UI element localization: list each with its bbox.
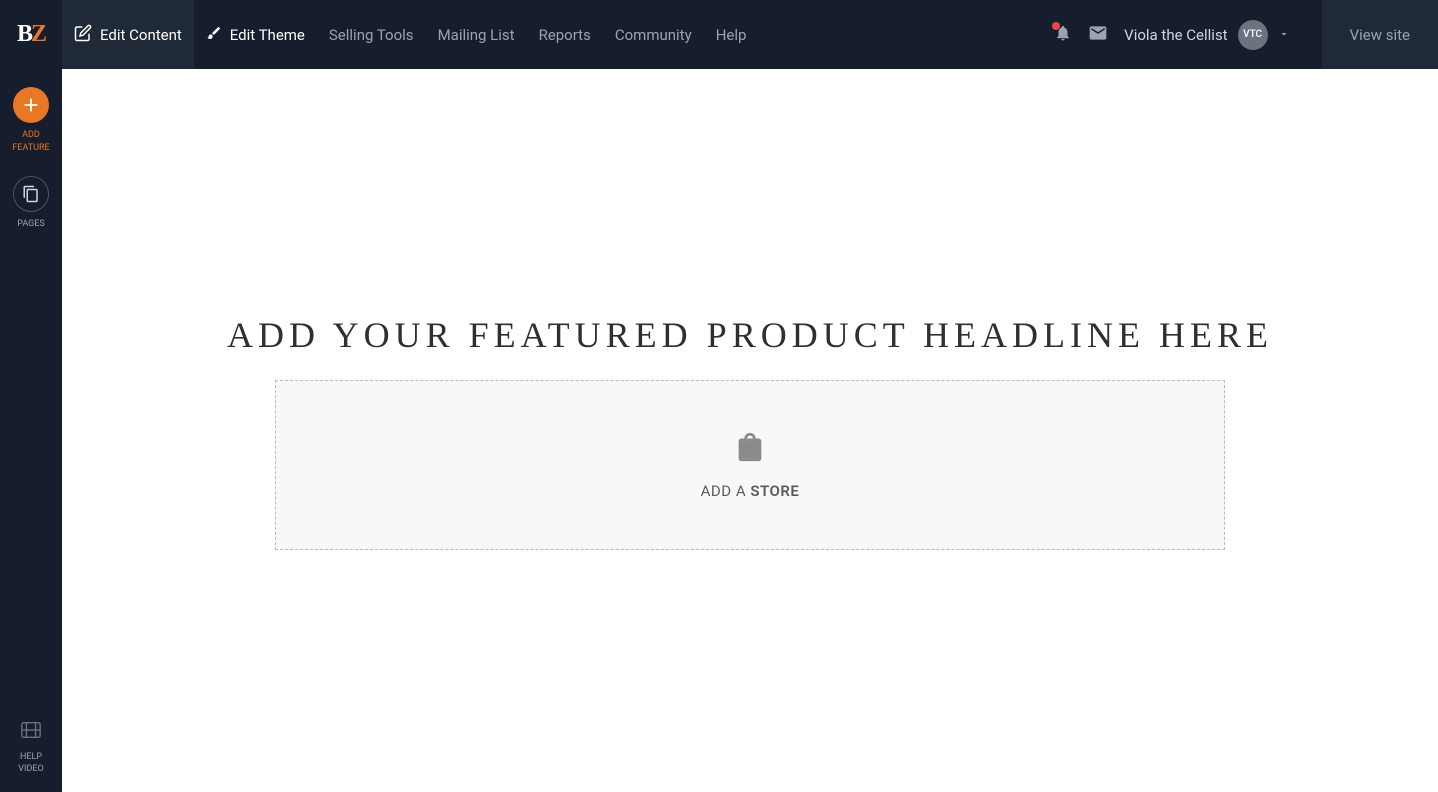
- left-sidebar: ADD FEATURE PAGES HELP VIDEO: [0, 69, 62, 792]
- nav-edit-content[interactable]: Edit Content: [62, 0, 194, 69]
- nav-item-label: Community: [615, 26, 692, 44]
- top-nav: BZ Edit Content Edit Theme Selling Tools: [0, 0, 1438, 69]
- add-feature-button[interactable]: ADD FEATURE: [12, 87, 49, 154]
- nav-items: Edit Content Edit Theme Selling Tools Ma…: [62, 0, 1054, 69]
- nav-selling-tools[interactable]: Selling Tools: [317, 0, 426, 69]
- sidebar-label: ADD FEATURE: [12, 129, 49, 154]
- nav-right: Viola the Cellist VTC View site: [1054, 0, 1438, 69]
- film-icon: [20, 719, 42, 745]
- brush-icon: [206, 25, 222, 45]
- view-site-button[interactable]: View site: [1322, 0, 1438, 69]
- edit-icon: [74, 24, 92, 46]
- add-store-placeholder[interactable]: ADD A STORE: [275, 380, 1225, 550]
- shopping-bag-icon: [733, 430, 767, 468]
- featured-product-headline[interactable]: ADD YOUR FEATURED PRODUCT HEADLINE HERE: [227, 314, 1273, 356]
- plus-icon: [13, 87, 49, 123]
- nav-mailing-list[interactable]: Mailing List: [426, 0, 527, 69]
- logo[interactable]: BZ: [0, 0, 62, 69]
- avatar: VTC: [1238, 20, 1268, 50]
- sidebar-label: PAGES: [17, 218, 44, 231]
- help-video-button[interactable]: HELP VIDEO: [18, 719, 43, 776]
- view-site-label: View site: [1350, 26, 1410, 44]
- notification-dot: [1052, 22, 1060, 30]
- chevron-down-icon: [1278, 26, 1290, 44]
- pages-button[interactable]: PAGES: [13, 176, 49, 231]
- user-menu[interactable]: Viola the Cellist VTC: [1124, 20, 1305, 50]
- envelope-icon: [1088, 23, 1108, 47]
- pages-icon: [13, 176, 49, 212]
- nav-item-label: Help: [716, 26, 747, 44]
- nav-item-label: Reports: [539, 26, 591, 44]
- user-name: Viola the Cellist: [1124, 26, 1227, 44]
- nav-item-label: Selling Tools: [329, 26, 414, 44]
- nav-item-label: Mailing List: [438, 26, 515, 44]
- nav-item-label: Edit Content: [100, 26, 182, 44]
- nav-reports[interactable]: Reports: [527, 0, 603, 69]
- sidebar-label: HELP VIDEO: [18, 751, 43, 776]
- add-store-text: ADD A STORE: [701, 482, 800, 500]
- logo-text: BZ: [17, 21, 45, 48]
- notifications-button[interactable]: [1054, 24, 1072, 46]
- nav-help[interactable]: Help: [704, 0, 759, 69]
- nav-community[interactable]: Community: [603, 0, 704, 69]
- main-canvas: ADD YOUR FEATURED PRODUCT HEADLINE HERE …: [62, 69, 1438, 792]
- nav-item-label: Edit Theme: [230, 26, 305, 44]
- nav-edit-theme[interactable]: Edit Theme: [194, 0, 317, 69]
- messages-button[interactable]: [1088, 23, 1108, 47]
